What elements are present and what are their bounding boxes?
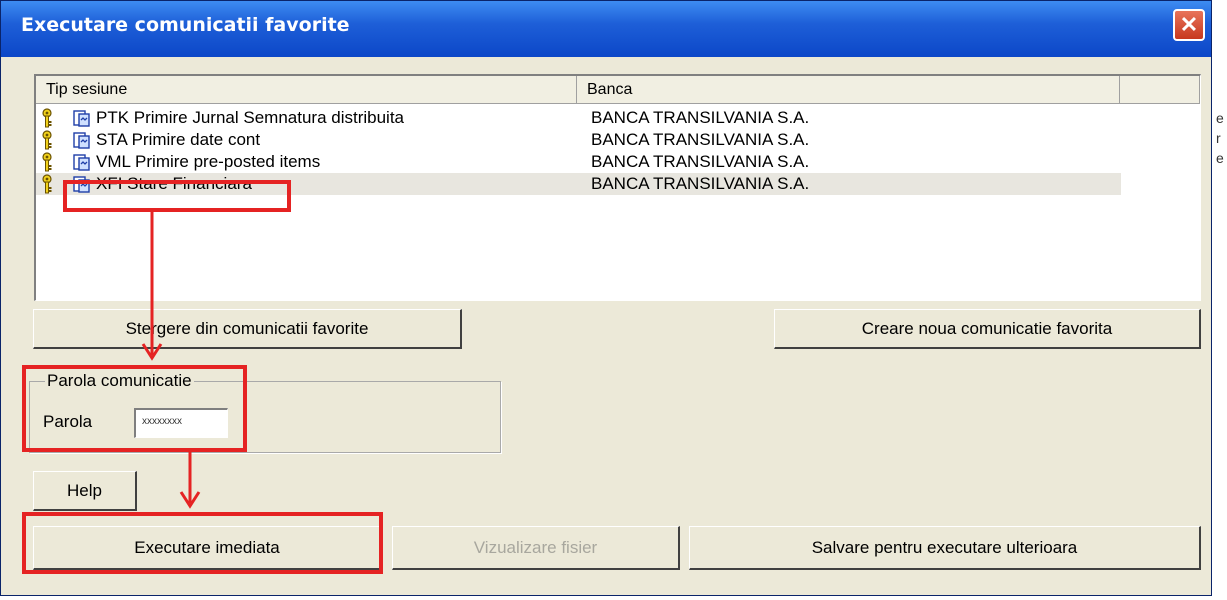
window-title: Executare comunicatii favorite bbox=[21, 14, 350, 36]
session-type-label: STA Primire date cont bbox=[96, 130, 261, 149]
background-edge-text: r bbox=[1216, 130, 1221, 146]
close-icon: ✕ bbox=[1179, 12, 1199, 37]
document-icon bbox=[73, 154, 90, 171]
list-item[interactable]: VML Primire pre-posted items BANCA TRANS… bbox=[36, 151, 1121, 173]
create-favorite-button[interactable]: Creare noua comunicatie favorita bbox=[774, 309, 1201, 349]
column-header-banca[interactable]: Banca bbox=[577, 76, 1120, 104]
title-bar[interactable]: Executare comunicatii favorite ✕ bbox=[1, 1, 1211, 57]
document-icon bbox=[73, 110, 90, 127]
highlight-password-box bbox=[22, 365, 247, 452]
session-type-label: PTK Primire Jurnal Semnatura distribuita bbox=[96, 108, 405, 127]
background-edge-text: e bbox=[1216, 150, 1224, 166]
dialog-window: Executare comunicatii favorite ✕ Tip ses… bbox=[0, 0, 1212, 596]
close-button[interactable]: ✕ bbox=[1173, 9, 1205, 41]
bank-label: BANCA TRANSILVANIA S.A. bbox=[591, 130, 810, 149]
bank-label: BANCA TRANSILVANIA S.A. bbox=[591, 108, 810, 127]
list-item[interactable]: PTK Primire Jurnal Semnatura distribuita… bbox=[36, 107, 1121, 129]
list-item[interactable]: STA Primire date cont BANCA TRANSILVANIA… bbox=[36, 129, 1121, 151]
document-icon bbox=[73, 132, 90, 149]
delete-favorite-button[interactable]: Stergere din comunicatii favorite bbox=[33, 309, 462, 349]
background-edge-text: e bbox=[1216, 110, 1224, 126]
highlight-execute-button bbox=[22, 512, 383, 574]
help-button[interactable]: Help bbox=[33, 471, 137, 511]
key-icon bbox=[42, 130, 52, 150]
column-header-tip-sesiune[interactable]: Tip sesiune bbox=[36, 76, 577, 104]
view-file-button: Vizualizare fisier bbox=[392, 526, 680, 570]
key-icon bbox=[42, 174, 52, 194]
background-window-edge: e r e bbox=[1214, 0, 1227, 600]
bank-label: BANCA TRANSILVANIA S.A. bbox=[591, 174, 810, 193]
column-header-filler bbox=[1120, 76, 1200, 104]
save-for-later-button[interactable]: Salvare pentru executare ulterioara bbox=[689, 526, 1201, 570]
key-icon bbox=[42, 152, 52, 172]
bank-label: BANCA TRANSILVANIA S.A. bbox=[591, 152, 810, 171]
session-type-label: VML Primire pre-posted items bbox=[96, 152, 321, 171]
key-icon bbox=[42, 108, 52, 128]
highlight-selected-row bbox=[63, 180, 291, 212]
